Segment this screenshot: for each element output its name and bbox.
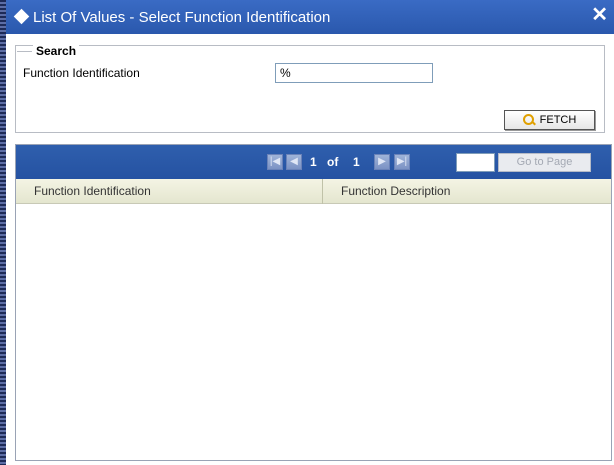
next-page-icon[interactable]: ▶ xyxy=(374,154,390,170)
results-panel: |◀ ◀ 1 of 1 ▶ ▶| Go to Page Function Ide… xyxy=(15,144,612,461)
column-header-function-description[interactable]: Function Description xyxy=(323,179,611,204)
results-table-body xyxy=(16,204,611,460)
diamond-icon xyxy=(13,8,30,25)
search-legend: Search xyxy=(33,44,80,58)
goto-page-button[interactable]: Go to Page xyxy=(498,153,591,172)
dialog-titlebar: List Of Values - Select Function Identif… xyxy=(6,0,614,34)
left-border-stripe xyxy=(0,0,6,465)
column-header-function-identification[interactable]: Function Identification xyxy=(16,179,322,204)
search-panel: Search Function Identification FETCH xyxy=(15,44,605,133)
current-page: 1 xyxy=(310,155,317,169)
function-identification-input[interactable] xyxy=(275,63,433,83)
goto-page-input[interactable] xyxy=(456,153,495,172)
total-pages: 1 xyxy=(353,155,360,169)
fetch-button[interactable]: FETCH xyxy=(504,110,595,130)
function-identification-label: Function Identification xyxy=(23,66,140,80)
dialog-title: List Of Values - Select Function Identif… xyxy=(33,9,331,26)
close-button[interactable]: ✕ xyxy=(591,3,608,27)
pager-bar: |◀ ◀ 1 of 1 ▶ ▶| Go to Page xyxy=(16,145,611,179)
legend-divider xyxy=(17,51,32,52)
last-page-icon[interactable]: ▶| xyxy=(394,154,410,170)
fetch-label: FETCH xyxy=(539,114,577,126)
of-label: of xyxy=(327,155,339,169)
prev-page-icon[interactable]: ◀ xyxy=(286,154,302,170)
magnifier-icon xyxy=(522,114,536,126)
first-page-icon[interactable]: |◀ xyxy=(267,154,283,170)
